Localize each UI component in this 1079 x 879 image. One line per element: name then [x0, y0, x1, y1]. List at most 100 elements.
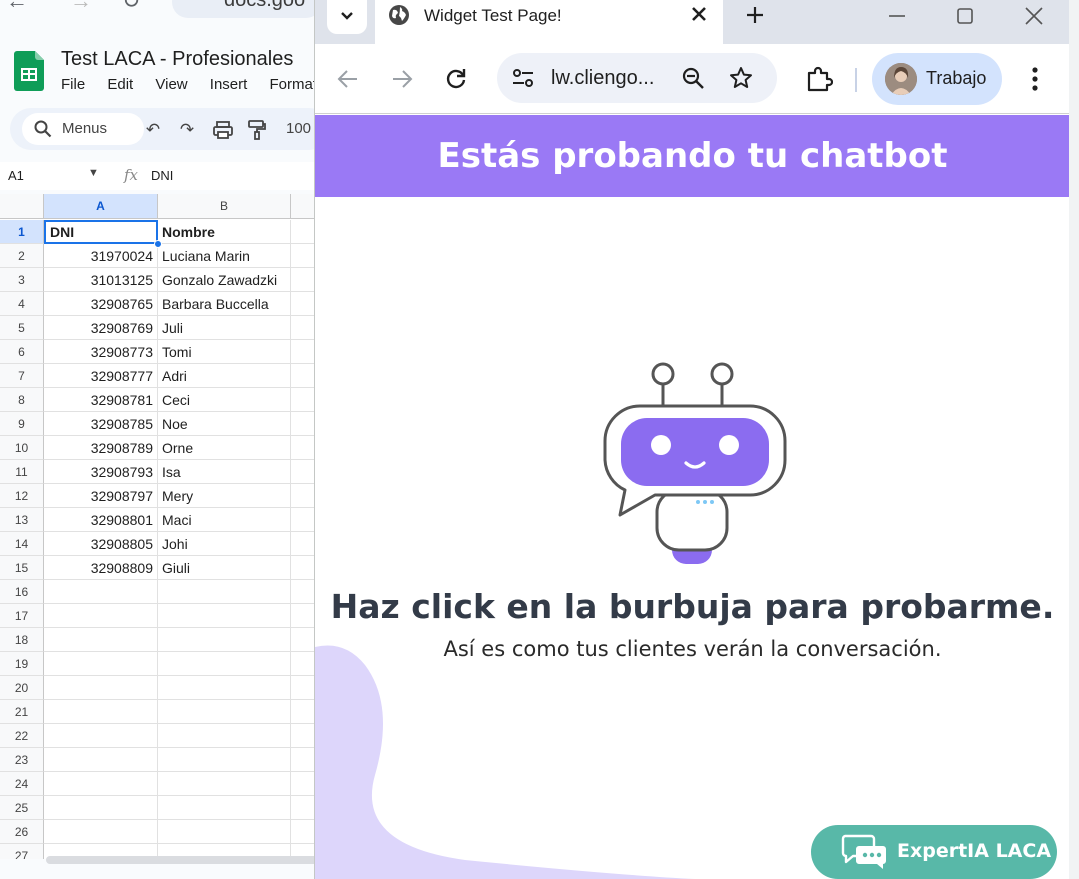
redo-icon[interactable]: ↷ [176, 119, 198, 141]
cell-nombre[interactable]: Noe [158, 412, 291, 436]
menu-insert[interactable]: Insert [210, 76, 248, 93]
cell-dni[interactable]: 32908789 [44, 436, 158, 460]
cell-nombre[interactable] [158, 676, 291, 700]
back-arrow-icon[interactable]: ← [6, 0, 28, 14]
cell-nombre[interactable] [158, 700, 291, 724]
cell-dni[interactable]: 32908801 [44, 508, 158, 532]
row-number[interactable]: 5 [0, 316, 44, 340]
row-number[interactable]: 7 [0, 364, 44, 388]
menus-search-button[interactable]: Menus [22, 113, 144, 145]
cell-dni[interactable]: 32908797 [44, 484, 158, 508]
table-row[interactable]: 10 32908789 Orne [0, 436, 330, 460]
cell-nombre[interactable]: Isa [158, 460, 291, 484]
row-number[interactable]: 2 [0, 244, 44, 268]
cell-nombre[interactable] [158, 604, 291, 628]
forward-arrow-icon[interactable] [389, 66, 415, 92]
more-options-icon[interactable] [1031, 66, 1039, 92]
cell-dni[interactable]: 32908805 [44, 532, 158, 556]
cell-dni[interactable] [44, 604, 158, 628]
extensions-puzzle-icon[interactable] [805, 65, 833, 93]
row-number[interactable]: 26 [0, 820, 44, 844]
column-header-a[interactable]: A [44, 194, 158, 219]
table-row[interactable]: 11 32908793 Isa [0, 460, 330, 484]
menu-edit[interactable]: Edit [107, 76, 133, 93]
row-number[interactable]: 20 [0, 676, 44, 700]
cell-dni[interactable] [44, 652, 158, 676]
cell-nombre[interactable]: Tomi [158, 340, 291, 364]
cell-nombre[interactable]: Johi [158, 532, 291, 556]
close-icon[interactable] [688, 3, 710, 25]
cell-nombre[interactable] [158, 820, 291, 844]
cell-nombre[interactable] [158, 724, 291, 748]
table-row[interactable]: 15 32908809 Giuli [0, 556, 330, 580]
horizontal-scrollbar[interactable] [46, 856, 330, 864]
row-number[interactable]: 19 [0, 652, 44, 676]
row-number[interactable]: 14 [0, 532, 44, 556]
cell-nombre[interactable] [158, 796, 291, 820]
cell-nombre[interactable]: Orne [158, 436, 291, 460]
cell-dni[interactable] [44, 820, 158, 844]
cell-dni[interactable]: 32908809 [44, 556, 158, 580]
name-box[interactable]: A1 [8, 168, 24, 183]
row-number[interactable]: 8 [0, 388, 44, 412]
cell-dni[interactable] [44, 748, 158, 772]
table-row[interactable]: 5 32908769 Juli [0, 316, 330, 340]
cell-dni[interactable]: 32908777 [44, 364, 158, 388]
table-row[interactable]: 20 [0, 676, 330, 700]
cell-nombre[interactable]: Adri [158, 364, 291, 388]
formula-input[interactable]: DNI [151, 168, 173, 183]
table-row[interactable]: 21 [0, 700, 330, 724]
tab-widget-test-page[interactable]: Widget Test Page! [375, 0, 723, 44]
row-number[interactable]: 17 [0, 604, 44, 628]
table-row[interactable]: 6 32908773 Tomi [0, 340, 330, 364]
row-number[interactable]: 11 [0, 460, 44, 484]
cell-dni[interactable] [44, 796, 158, 820]
cell-nombre[interactable] [158, 652, 291, 676]
row-number[interactable]: 15 [0, 556, 44, 580]
spreadsheet-grid[interactable]: A B 1 DNI Nombre 2 31970024 Luciana Marin 3 310… [0, 194, 330, 859]
table-row[interactable]: 13 32908801 Maci [0, 508, 330, 532]
row-number[interactable]: 24 [0, 772, 44, 796]
cell-dni[interactable]: 32908773 [44, 340, 158, 364]
table-row[interactable]: 4 32908765 Barbara Buccella [0, 292, 330, 316]
chat-bubble-button[interactable]: ExpertIA LACA [811, 825, 1057, 879]
cell-dni[interactable] [44, 580, 158, 604]
table-row[interactable]: 19 [0, 652, 330, 676]
table-row[interactable]: 16 [0, 580, 330, 604]
table-row[interactable]: 14 32908805 Johi [0, 532, 330, 556]
table-row[interactable]: 25 [0, 796, 330, 820]
row-number[interactable]: 12 [0, 484, 44, 508]
omnibox[interactable]: lw.cliengo... [497, 53, 777, 103]
row-number[interactable]: 21 [0, 700, 44, 724]
table-row[interactable]: 1 DNI Nombre [0, 220, 330, 244]
row-number[interactable]: 1 [0, 220, 44, 244]
row-number[interactable]: 25 [0, 796, 44, 820]
bookmark-star-icon[interactable] [729, 66, 753, 90]
cell-nombre[interactable] [158, 772, 291, 796]
undo-icon[interactable]: ↶ [142, 119, 164, 141]
row-number[interactable]: 9 [0, 412, 44, 436]
zoom-out-icon[interactable] [681, 66, 705, 90]
table-row[interactable]: 18 [0, 628, 330, 652]
row-number[interactable]: 23 [0, 748, 44, 772]
row-number[interactable]: 13 [0, 508, 44, 532]
table-row[interactable]: 17 [0, 604, 330, 628]
menu-view[interactable]: View [155, 76, 187, 93]
cell-nombre[interactable]: Luciana Marin [158, 244, 291, 268]
site-settings-icon[interactable] [511, 67, 535, 89]
paint-format-icon[interactable] [246, 119, 268, 141]
cell-nombre[interactable] [158, 628, 291, 652]
reload-icon[interactable] [443, 66, 469, 92]
document-title[interactable]: Test LACA - Profesionales [61, 48, 293, 71]
table-row[interactable]: 7 32908777 Adri [0, 364, 330, 388]
cell-dni[interactable] [44, 628, 158, 652]
cell-nombre[interactable]: Giuli [158, 556, 291, 580]
cell-dni[interactable]: 32908785 [44, 412, 158, 436]
cell-dni[interactable] [44, 772, 158, 796]
row-number[interactable]: 4 [0, 292, 44, 316]
row-number[interactable]: 22 [0, 724, 44, 748]
row-number[interactable]: 16 [0, 580, 44, 604]
forward-arrow-icon[interactable]: → [70, 0, 92, 14]
new-tab-plus-icon[interactable] [743, 3, 767, 27]
row-number[interactable]: 3 [0, 268, 44, 292]
